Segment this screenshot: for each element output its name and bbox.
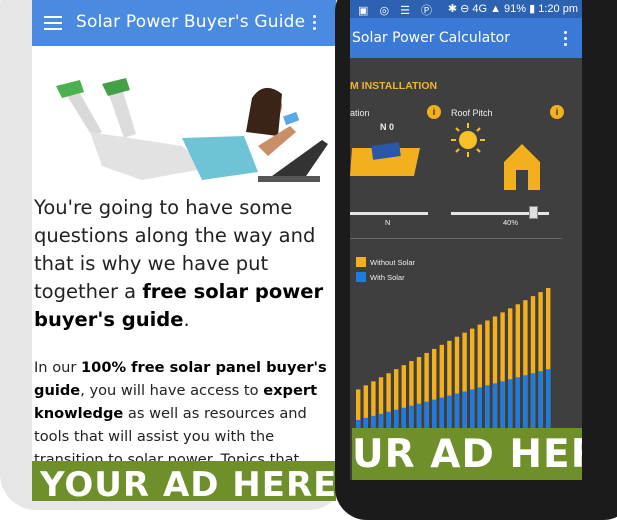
roof-pitch-info-icon[interactable]: i <box>550 105 564 119</box>
sun-icon <box>451 123 485 157</box>
legend-swatch-without-solar <box>356 257 366 267</box>
hero-illustration <box>56 78 328 182</box>
left-app-title: Solar Power Buyer's Guide <box>76 12 306 32</box>
bar-with-solar-4 <box>378 413 384 428</box>
bar-with-solar-17 <box>477 387 482 428</box>
solar-panel-icon <box>350 142 420 176</box>
right-ad-banner[interactable]: UR AD HERE <box>352 428 582 480</box>
right-app-bar: Solar Power Calculator <box>350 18 582 58</box>
status-right: ✱ ⊖ 4G ▲ 91% ▮ 1:20 pm <box>447 3 578 15</box>
menu-icon[interactable] <box>44 16 62 30</box>
clock: 1:20 pm <box>538 3 578 15</box>
bar-with-solar-18 <box>485 385 490 428</box>
bar-with-solar-7 <box>401 407 406 428</box>
house-icon <box>504 144 540 190</box>
bar-with-solar-5 <box>386 411 391 428</box>
bar-with-solar-24 <box>530 373 536 428</box>
roof-pitch-slider-thumb[interactable] <box>529 206 539 219</box>
orientation-slider[interactable] <box>350 212 428 215</box>
bar-with-solar-14 <box>454 393 460 428</box>
bar-with-solar-6 <box>394 409 399 428</box>
bar-with-solar-22 <box>515 377 520 428</box>
orientation-info-icon[interactable]: i <box>427 105 441 119</box>
bar-with-solar-16 <box>470 389 475 428</box>
more-options-icon[interactable] <box>564 31 568 49</box>
left-phone-screen: Solar Power Buyer's Guide You're going t… <box>32 0 336 480</box>
bar-with-solar-23 <box>523 375 528 428</box>
left-ad-banner[interactable]: YOUR AD HERE <box>32 461 336 501</box>
left-app-bar: Solar Power Buyer's Guide <box>32 0 336 46</box>
orientation-slider-label: N <box>385 218 391 227</box>
battery-label: 91% <box>504 3 527 15</box>
savings-bar-chart <box>356 288 551 428</box>
more-options-icon[interactable] <box>313 15 317 33</box>
bar-with-solar-20 <box>500 381 505 428</box>
bar-with-solar-12 <box>439 397 444 428</box>
legend-label-without-solar: Without Solar <box>370 258 416 267</box>
bar-with-solar-13 <box>447 395 452 428</box>
bar-with-solar-15 <box>462 391 467 428</box>
status-bar: ▣ ◎ ☰ Ⓟ ✱ ⊖ 4G ▲ 91% ▮ 1:20 pm <box>350 0 582 18</box>
bar-with-solar-26 <box>546 369 551 428</box>
bar-with-solar-21 <box>508 379 513 428</box>
legend-swatch-with-solar <box>356 272 366 282</box>
bar-with-solar-2 <box>363 417 368 428</box>
bar-with-solar-1 <box>356 419 361 428</box>
legend-label-with-solar: With Solar <box>370 273 405 282</box>
bar-with-solar-10 <box>424 401 429 428</box>
bar-with-solar-11 <box>432 399 437 428</box>
orientation-label: ation <box>350 108 370 118</box>
bar-with-solar-9 <box>416 403 422 428</box>
section-divider <box>350 238 562 239</box>
section-heading: M INSTALLATION <box>350 80 438 92</box>
right-phone-screen: ▣ ◎ ☰ Ⓟ ✱ ⊖ 4G ▲ 91% ▮ 1:20 pm Solar Pow… <box>350 0 582 480</box>
right-app-title: Solar Power Calculator <box>352 30 510 46</box>
body-paragraph: In our 100% free solar panel buyer's gui… <box>34 359 327 468</box>
bar-with-solar-3 <box>371 415 376 428</box>
signal-label: 4G <box>472 3 488 15</box>
orientation-value: N 0 <box>380 122 395 132</box>
roof-pitch-value: 40% <box>503 218 519 227</box>
bar-with-solar-8 <box>409 405 414 428</box>
bar-with-solar-25 <box>538 371 543 428</box>
notification-icons: ▣ ◎ ☰ Ⓟ <box>358 5 437 17</box>
bar-with-solar-19 <box>492 383 498 428</box>
lead-paragraph: You're going to have some questions alon… <box>34 196 324 331</box>
roof-pitch-label: Roof Pitch <box>451 108 493 118</box>
